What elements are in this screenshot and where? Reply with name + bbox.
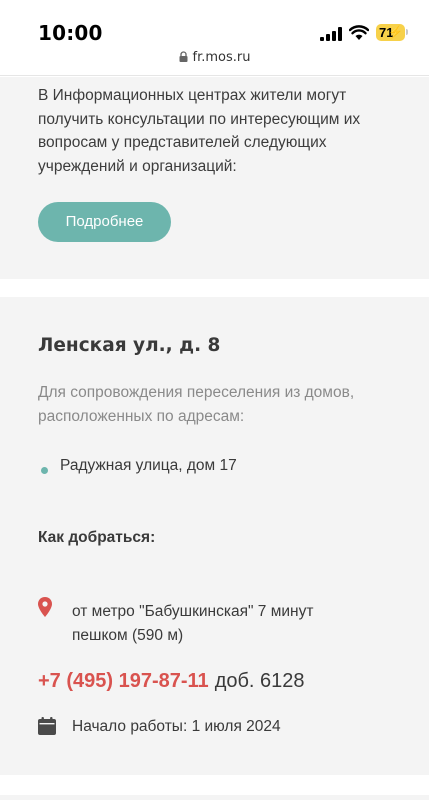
phone-link[interactable]: +7 (495) 197-87-11 [38,670,209,692]
lock-icon [179,51,188,62]
location-card: Ленская ул., д. 8 Для сопровождения пере… [0,297,429,775]
wifi-icon [349,25,369,40]
battery-indicator: 71 ⚡ [376,24,405,41]
phone-extension: доб. 6128 [214,670,305,692]
status-bar: 10:00 71 ⚡ fr.mos.ru [0,0,429,76]
location-title: Ленская ул., д. 8 [38,335,221,356]
charging-bolt-icon: ⚡ [388,25,403,39]
clock: 10:00 [38,21,103,45]
next-card [0,795,429,800]
battery-tip [406,29,408,35]
start-date: Начало работы: 1 июля 2024 [72,718,281,735]
address-bar[interactable]: fr.mos.ru [0,50,429,65]
intro-text: В Информационных центрах жители могут по… [38,87,361,175]
more-button[interactable]: Подробнее [38,202,171,242]
map-pin-icon [38,597,52,617]
metro-directions: от метро "Бабушкинская" 7 минут пешком (… [72,603,314,644]
cellular-signal-icon [320,27,342,41]
calendar-icon [38,717,56,735]
info-card: В Информационных центрах жители могут по… [0,77,429,279]
url-text: fr.mos.ru [192,50,251,65]
address-text: Радужная улица, дом 17 [60,457,237,474]
phone-row: +7 (495) 197-87-11 доб. 6128 [38,670,305,693]
bullet-dot-icon [41,467,48,474]
location-purpose: Для сопровождения переселения из домов, … [38,384,355,425]
directions-heading: Как добраться: [38,529,156,546]
